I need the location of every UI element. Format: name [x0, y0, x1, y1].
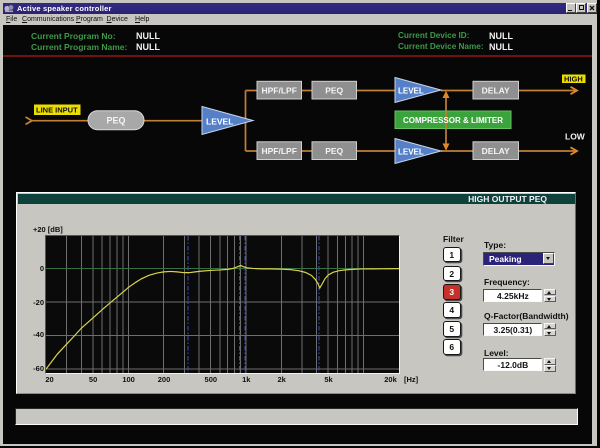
svg-text:HPF/LPF: HPF/LPF — [261, 86, 296, 96]
svg-text:DELAY: DELAY — [482, 86, 510, 96]
svg-text:LINE INPUT: LINE INPUT — [36, 106, 78, 115]
svg-text:HIGH: HIGH — [564, 75, 583, 84]
svg-text:COMPRESSOR & LIMITER: COMPRESSOR & LIMITER — [403, 116, 503, 125]
svg-text:DELAY: DELAY — [482, 146, 510, 156]
svg-text:PEQ: PEQ — [106, 116, 125, 126]
svg-text:HPF/LPF: HPF/LPF — [261, 146, 296, 156]
svg-text:LEVEL: LEVEL — [398, 148, 424, 157]
svg-text:LOW: LOW — [565, 132, 586, 142]
svg-text:PEQ: PEQ — [325, 146, 343, 156]
svg-text:LEVEL: LEVEL — [398, 87, 424, 96]
svg-text:LEVEL: LEVEL — [206, 116, 233, 126]
svg-text:PEQ: PEQ — [325, 86, 343, 96]
